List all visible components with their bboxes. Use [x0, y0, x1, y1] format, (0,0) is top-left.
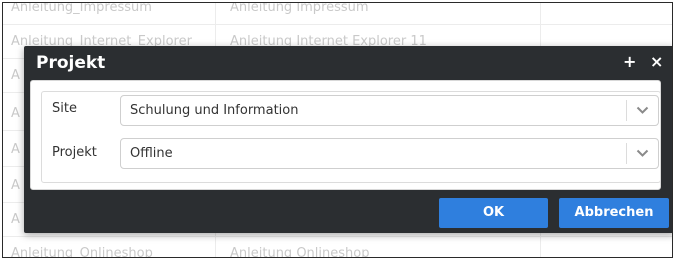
chevron-down-icon[interactable]	[627, 139, 658, 168]
ok-button[interactable]: OK	[439, 198, 548, 228]
table-cell	[541, 3, 672, 24]
add-button[interactable]: +	[623, 51, 636, 73]
table-cell	[541, 237, 672, 257]
table-cell: Anleitung Impressum	[216, 3, 541, 24]
cancel-button[interactable]: Abbrechen	[559, 198, 669, 228]
table-cell: Anleitung Onlineshop	[216, 237, 541, 257]
projekt-label: Projekt	[52, 145, 97, 160]
form-panel: Site Schulung und Information Projekt Of…	[41, 91, 661, 183]
table-row[interactable]: Anleitung_Onlineshop Anleitung Onlinesho…	[3, 237, 672, 257]
chevron-down-icon[interactable]	[627, 96, 658, 125]
site-select[interactable]: Schulung und Information	[120, 95, 659, 126]
table-row[interactable]: Anleitung_Impressum Anleitung Impressum	[3, 3, 672, 25]
application-frame: Anleitung_Impressum Anleitung Impressum …	[2, 2, 673, 258]
projekt-select-value: Offline	[130, 146, 173, 161]
site-select-value: Schulung und Information	[130, 103, 299, 118]
projekt-select[interactable]: Offline	[120, 138, 659, 169]
dialog-body: Site Schulung und Information Projekt Of…	[30, 80, 661, 190]
projekt-dialog: Projekt + × Site Schulung und Informatio…	[24, 46, 672, 233]
dialog-title: Projekt	[36, 53, 106, 73]
site-label: Site	[52, 101, 77, 116]
table-cell: Anleitung_Impressum	[3, 3, 216, 24]
close-button[interactable]: ×	[650, 51, 663, 73]
table-cell: Anleitung_Onlineshop	[3, 237, 216, 257]
